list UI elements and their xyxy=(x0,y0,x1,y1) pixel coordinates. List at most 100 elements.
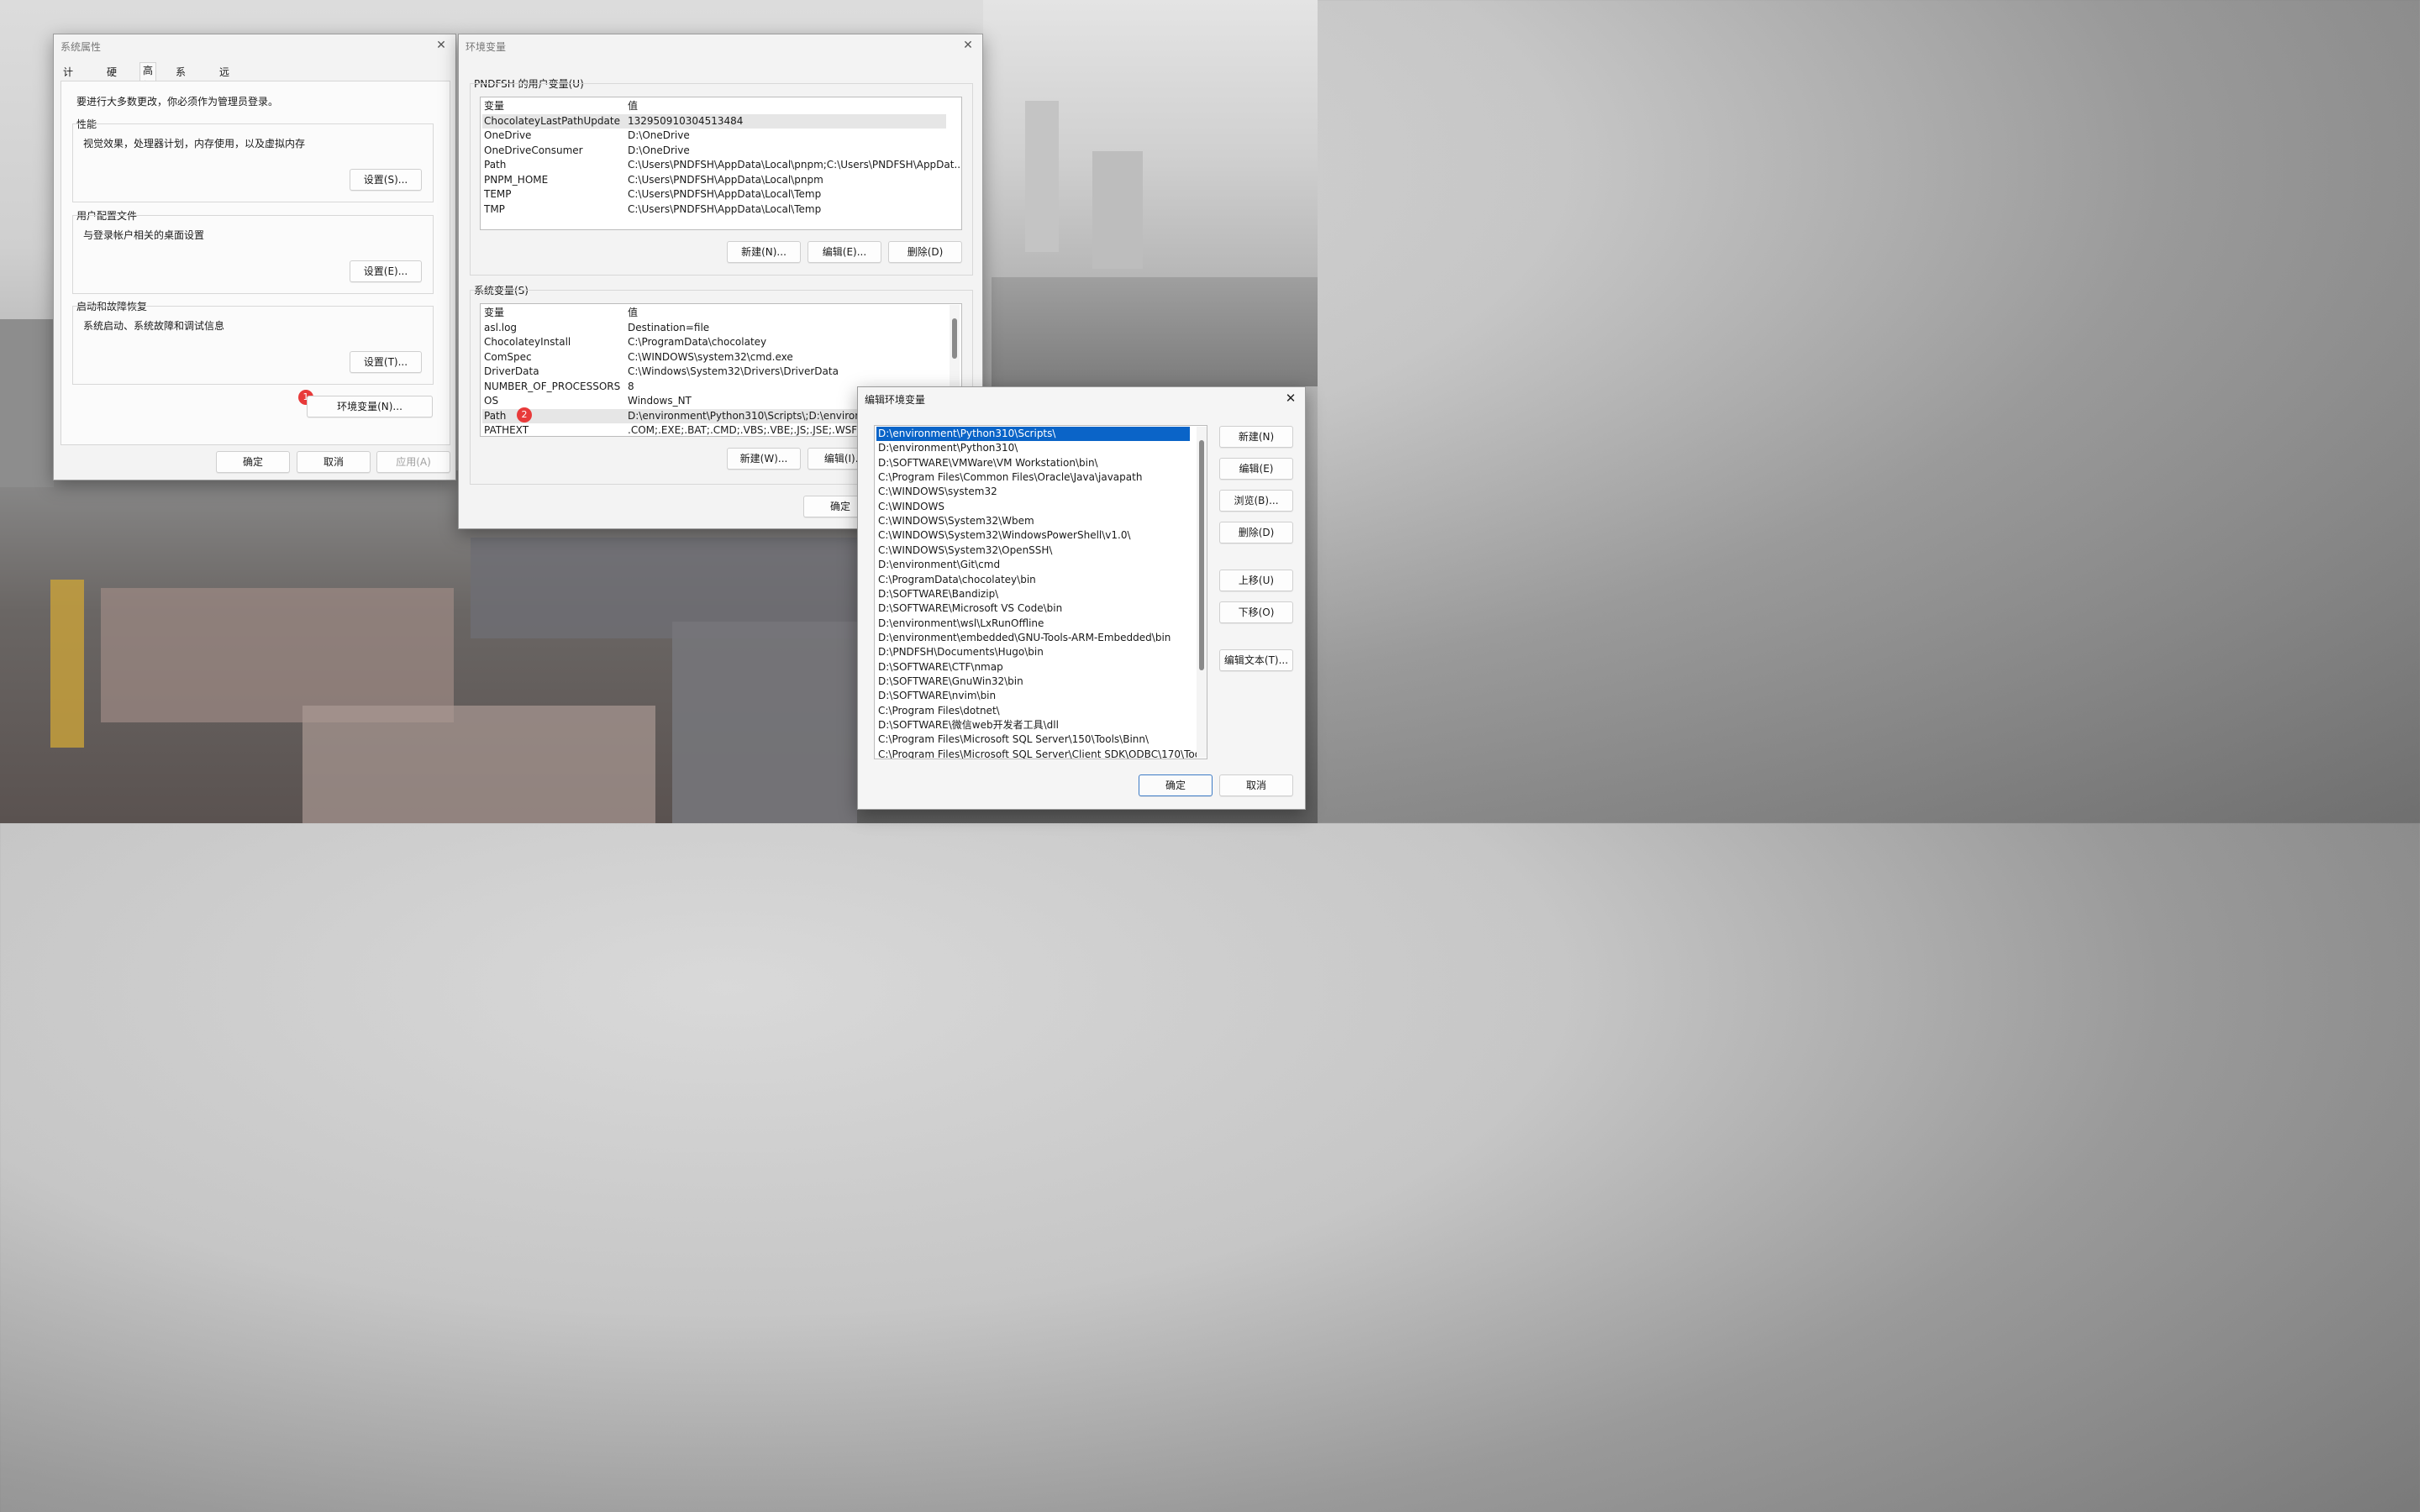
vertical-scrollbar[interactable] xyxy=(1197,427,1207,758)
table-row[interactable]: OneDrive D:\OneDrive xyxy=(482,129,946,143)
step-badge-2: 2 xyxy=(517,407,532,423)
user-edit-button[interactable]: 编辑(E)... xyxy=(808,241,881,263)
column-header-variable[interactable]: 变量 xyxy=(484,99,504,113)
admin-note: 要进行大多数更改，你必须作为管理员登录。 xyxy=(76,96,279,108)
table-row[interactable]: DriverData C:\Windows\System32\Drivers\Dr… xyxy=(482,365,946,379)
tab-remote[interactable]: 远程 xyxy=(217,65,232,93)
variable-value: D:\OneDrive xyxy=(628,144,690,156)
tab-hardware[interactable]: 硬件 xyxy=(104,65,119,93)
path-entry[interactable]: C:\Program Files\dotnet\ xyxy=(876,704,1000,718)
list-header: 变量 值 xyxy=(482,306,946,320)
system-properties-dialog: 系统属性 ✕ 计算机名 硬件 高级 系统保护 远程 要进行大多数更改，你必须作为… xyxy=(53,34,456,480)
cancel-button[interactable]: 取消 xyxy=(1219,774,1293,796)
apply-button[interactable]: 应用(A) xyxy=(376,451,450,473)
variable-value: D:\OneDrive xyxy=(628,129,690,141)
variable-value: Destination=file xyxy=(628,322,710,333)
variable-value: .COM;.EXE;.BAT;.CMD;.VBS;.VBE;.JS;.JSE;.… xyxy=(628,424,892,436)
path-entry[interactable]: D:\SOFTWARE\微信web开发者工具\dll xyxy=(876,718,1059,732)
path-entry[interactable]: C:\WINDOWS\System32\OpenSSH\ xyxy=(876,543,1052,558)
list-header: 变量 值 xyxy=(482,99,946,113)
user-delete-button[interactable]: 删除(D) xyxy=(888,241,962,263)
path-entry[interactable]: D:\environment\embedded\GNU-Tools-ARM-Em… xyxy=(876,631,1171,645)
path-entry[interactable]: C:\Program Files\Common Files\Oracle\Jav… xyxy=(876,470,1142,485)
path-entry[interactable]: C:\Program Files\Microsoft SQL Server\15… xyxy=(876,732,1149,747)
close-icon[interactable]: ✕ xyxy=(1283,391,1298,406)
user-new-button[interactable]: 新建(N)... xyxy=(727,241,801,263)
variable-value: 132950910304513484 xyxy=(628,115,744,127)
variable-name: TEMP xyxy=(484,188,512,200)
path-entry[interactable]: D:\environment\wsl\LxRunOffline xyxy=(876,617,1044,631)
startup-settings-button[interactable]: 设置(T)... xyxy=(350,351,422,373)
path-entry[interactable]: C:\Program Files\Microsoft SQL Server\Cl… xyxy=(876,748,1203,759)
path-entry[interactable]: C:\ProgramData\chocolatey\bin xyxy=(876,573,1036,587)
user-variables-list[interactable]: 变量 值 ChocolateyLastPathUpdate 13295091030… xyxy=(480,97,962,230)
path-entry[interactable]: C:\WINDOWS\System32\WindowsPowerShell\v1… xyxy=(876,528,1131,543)
move-down-button[interactable]: 下移(O) xyxy=(1219,601,1293,623)
close-icon[interactable]: ✕ xyxy=(960,38,976,53)
table-row[interactable]: PNPM_HOME C:\Users\PNDFSH\AppData\Local\p… xyxy=(482,173,946,187)
variable-name: PATHEXT xyxy=(484,424,529,436)
variable-name: DriverData xyxy=(484,365,539,377)
table-row[interactable]: ComSpec C:\WINDOWS\system32\cmd.exe xyxy=(482,350,946,365)
path-entry[interactable]: D:\SOFTWARE\VMWare\VM Workstation\bin\ xyxy=(876,456,1098,470)
performance-settings-button[interactable]: 设置(S)... xyxy=(350,169,422,191)
ok-button[interactable]: 确定 xyxy=(216,451,290,473)
table-row[interactable]: TEMP C:\Users\PNDFSH\AppData\Local\Temp xyxy=(482,187,946,202)
table-row[interactable]: Path C:\Users\PNDFSH\AppData\Local\pnpm;C… xyxy=(482,158,961,172)
table-row[interactable]: OneDriveConsumer D:\OneDrive xyxy=(482,144,946,158)
path-entry[interactable]: D:\PNDFSH\Documents\Hugo\bin xyxy=(876,645,1044,659)
path-entry[interactable]: C:\WINDOWS\system32 xyxy=(876,485,997,499)
variable-name: OS xyxy=(484,395,499,407)
variable-name: Path xyxy=(484,159,507,171)
tab-advanced[interactable]: 高级 xyxy=(139,62,157,92)
variable-name: TMP xyxy=(484,203,505,215)
path-entry[interactable]: D:\SOFTWARE\nvim\bin xyxy=(876,689,996,703)
close-icon[interactable]: ✕ xyxy=(434,38,449,53)
scrollbar-thumb[interactable] xyxy=(952,318,957,359)
variable-name: Path xyxy=(484,410,507,422)
path-entry[interactable]: D:\SOFTWARE\CTF\nmap xyxy=(876,660,1003,675)
table-row[interactable]: TMP C:\Users\PNDFSH\AppData\Local\Temp xyxy=(482,202,946,217)
new-button[interactable]: 新建(N) xyxy=(1219,426,1293,448)
variable-value: C:\Users\PNDFSH\AppData\Local\Temp xyxy=(628,203,822,215)
table-row[interactable]: ChocolateyInstall C:\ProgramData\chocolat… xyxy=(482,335,946,349)
system-new-button[interactable]: 新建(W)... xyxy=(727,448,801,470)
variable-name: asl.log xyxy=(484,322,518,333)
dialog-title: 系统属性 xyxy=(60,41,102,53)
column-header-value[interactable]: 值 xyxy=(628,99,638,113)
path-entry[interactable]: D:\SOFTWARE\Bandizip\ xyxy=(876,587,998,601)
edit-text-button[interactable]: 编辑文本(T)... xyxy=(1219,649,1293,671)
user-profiles-settings-button[interactable]: 设置(E)... xyxy=(350,260,422,282)
variable-name: NUMBER_OF_PROCESSORS xyxy=(484,381,621,392)
tab-system-protection[interactable]: 系统保护 xyxy=(173,65,188,123)
path-entry[interactable]: C:\WINDOWS\System32\Wbem xyxy=(876,514,1034,528)
path-entry[interactable]: D:\SOFTWARE\GnuWin32\bin xyxy=(876,675,1023,689)
tab-computer-name[interactable]: 计算机名 xyxy=(60,65,76,123)
variable-name: PNPM_HOME xyxy=(484,174,549,186)
table-row[interactable]: asl.log Destination=file xyxy=(482,321,946,335)
path-entry[interactable]: D:\SOFTWARE\Microsoft VS Code\bin xyxy=(876,601,1062,616)
edit-button[interactable]: 编辑(E) xyxy=(1219,458,1293,480)
column-header-value[interactable]: 值 xyxy=(628,306,638,320)
variable-value: C:\Users\PNDFSH\AppData\Local\pnpm;C:\Us… xyxy=(628,159,962,171)
cancel-button[interactable]: 取消 xyxy=(297,451,371,473)
path-entry[interactable]: D:\environment\Python310\Scripts\ xyxy=(876,427,1190,441)
ok-button[interactable]: 确定 xyxy=(1139,774,1213,796)
path-entry[interactable]: D:\environment\Python310\ xyxy=(876,441,1018,455)
table-row[interactable]: ChocolateyLastPathUpdate 1329509103045134… xyxy=(482,114,946,129)
variable-value: C:\Windows\System32\Drivers\DriverData xyxy=(628,365,839,377)
variable-value: C:\ProgramData\chocolatey xyxy=(628,336,767,348)
startup-recovery-desc: 系统启动、系统故障和调试信息 xyxy=(83,320,225,332)
environment-variables-button[interactable]: 环境变量(N)... xyxy=(307,396,433,417)
variable-name: ComSpec xyxy=(484,351,532,363)
path-entry[interactable]: C:\WINDOWS xyxy=(876,500,944,514)
path-entries-list[interactable]: D:\environment\Python310\Scripts\ D:\envi… xyxy=(874,425,1207,759)
column-header-variable[interactable]: 变量 xyxy=(484,306,504,320)
move-up-button[interactable]: 上移(U) xyxy=(1219,570,1293,591)
variable-value: C:\Users\PNDFSH\AppData\Local\Temp xyxy=(628,188,822,200)
scrollbar-thumb[interactable] xyxy=(1199,440,1204,670)
delete-button[interactable]: 删除(D) xyxy=(1219,522,1293,543)
browse-button[interactable]: 浏览(B)... xyxy=(1219,490,1293,512)
path-entry[interactable]: D:\environment\Git\cmd xyxy=(876,558,1000,572)
titlebar: 系统属性 ✕ xyxy=(54,34,455,58)
